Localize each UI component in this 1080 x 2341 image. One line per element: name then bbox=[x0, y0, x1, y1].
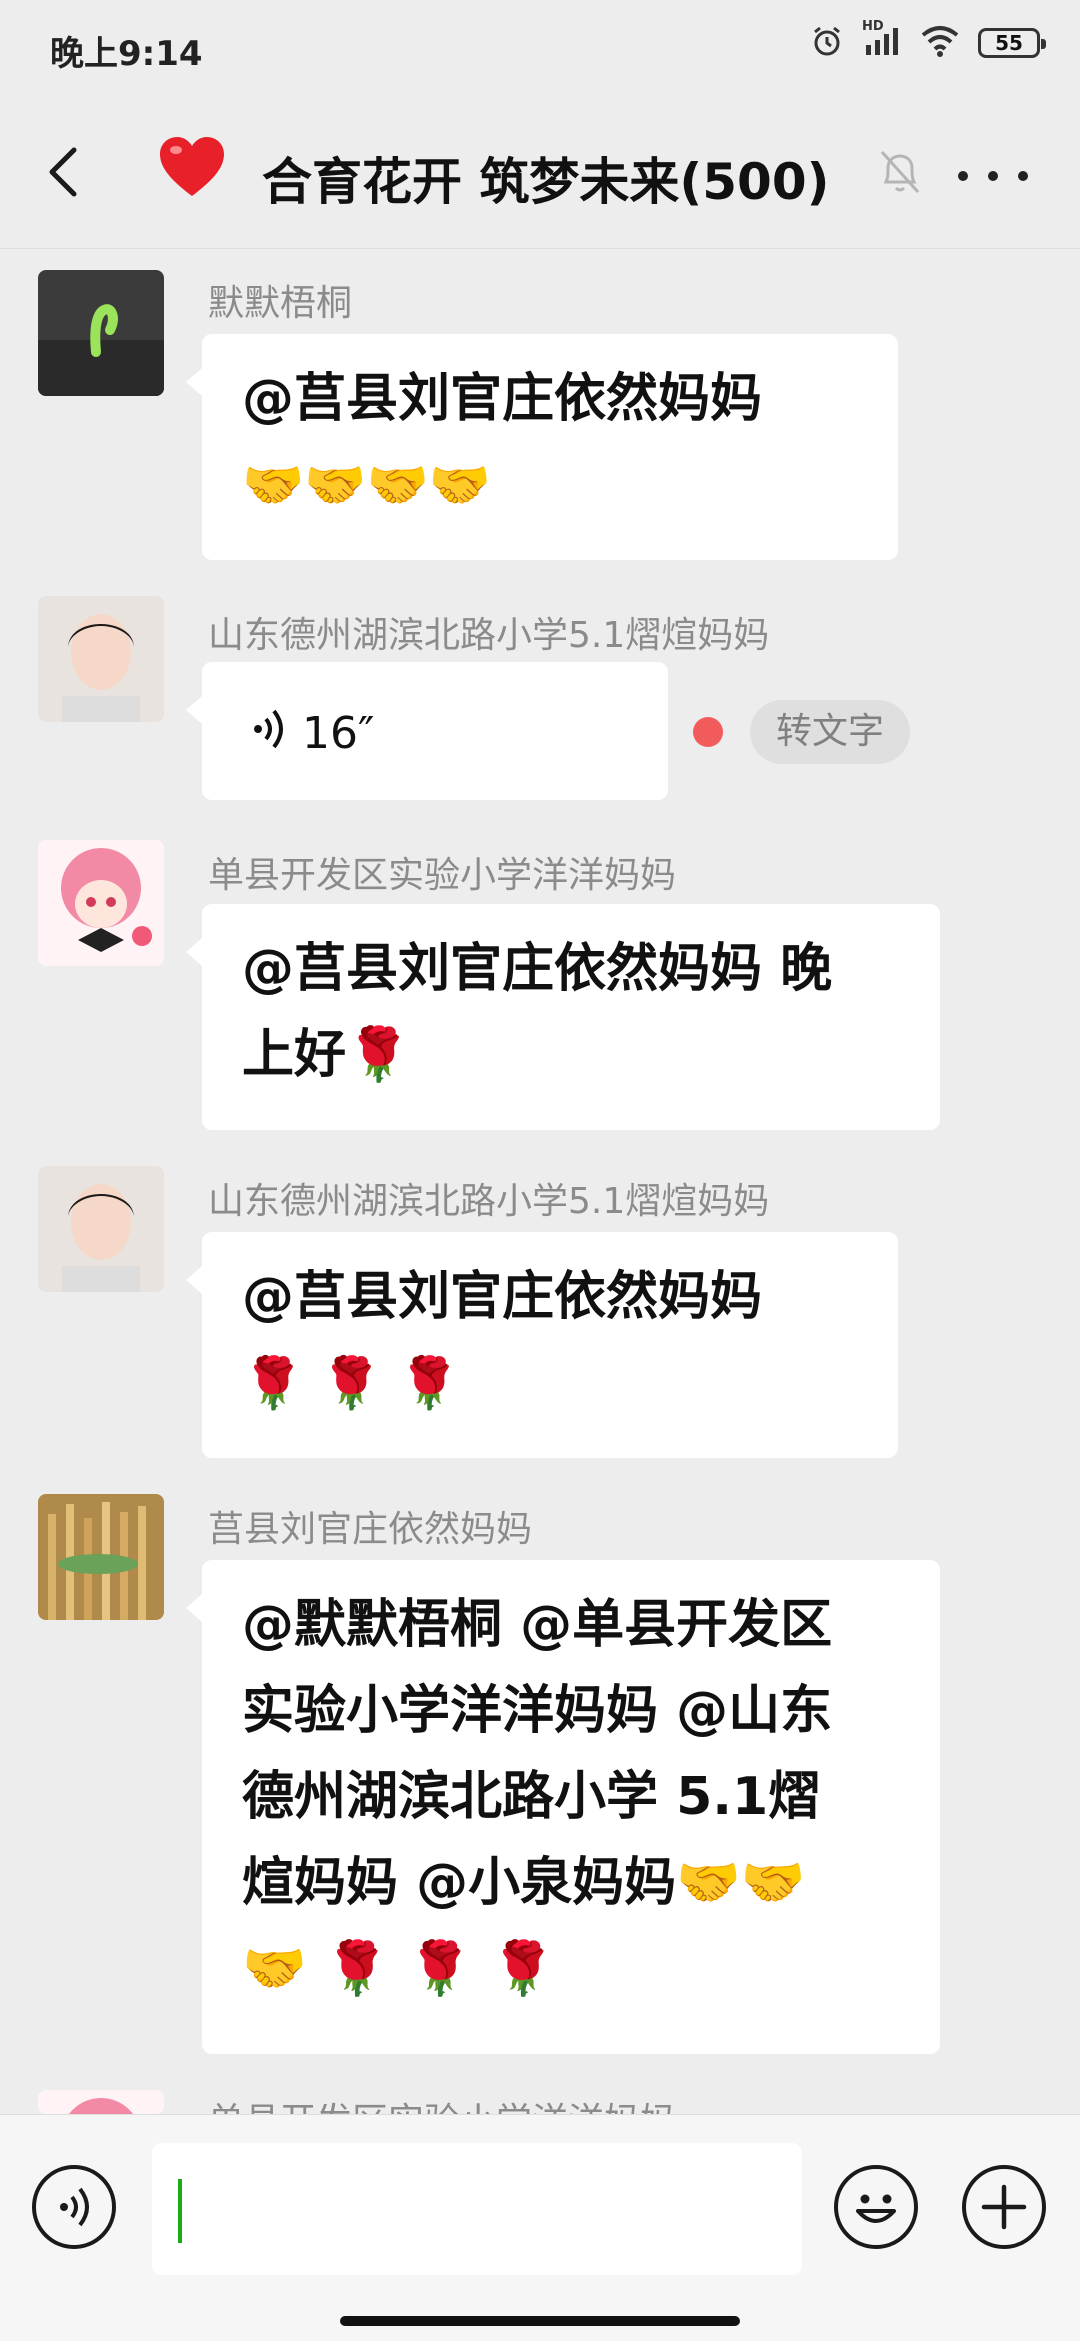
status-time: 晚上9:14 bbox=[50, 34, 203, 74]
back-button[interactable] bbox=[36, 142, 96, 202]
avatar[interactable] bbox=[38, 1166, 164, 1292]
avatar[interactable] bbox=[38, 270, 164, 396]
status-bar: 晚上9:14 HD 55 bbox=[0, 0, 1080, 100]
chat-header: 合育花开 筑梦未来(500) bbox=[0, 100, 1080, 249]
message-line: 🌹 🌹 🌹 bbox=[242, 1354, 461, 1412]
message-line: @莒县刘官庄依然妈妈 bbox=[242, 1267, 763, 1327]
message-line: @莒县刘官庄依然妈妈 bbox=[242, 369, 763, 429]
message-input[interactable] bbox=[152, 2143, 802, 2275]
battery-icon: 55 bbox=[978, 28, 1046, 58]
message-line: @默默梧桐 @单县开发区 bbox=[242, 1595, 833, 1655]
more-dot bbox=[988, 171, 998, 181]
avatar[interactable] bbox=[38, 840, 164, 966]
battery-level: 55 bbox=[995, 31, 1023, 55]
message-bubble[interactable]: @莒县刘官庄依然妈妈 🌹 🌹 🌹 bbox=[186, 1232, 898, 1458]
more-dot bbox=[1018, 171, 1028, 181]
sender-name: 单县开发区实验小学洋洋妈妈 bbox=[208, 855, 677, 896]
message-bubble[interactable]: @莒县刘官庄依然妈妈 晚 上好🌹 bbox=[186, 904, 940, 1130]
message-bubble[interactable]: @默默梧桐 @单县开发区 实验小学洋洋妈妈 @山东 德州湖滨北路小学 5.1熠 … bbox=[186, 1560, 940, 2054]
wifi-icon bbox=[920, 25, 960, 61]
to-text-button[interactable]: 转文字 bbox=[750, 700, 911, 764]
sender-name: 莒县刘官庄依然妈妈 bbox=[208, 1509, 533, 1550]
message-line: 🤝🤝🤝🤝 bbox=[242, 456, 492, 514]
voice-input-icon bbox=[60, 2187, 89, 2227]
emoji-button[interactable] bbox=[834, 2165, 918, 2249]
chat-title: 合育花开 筑梦未来(500) bbox=[262, 153, 830, 211]
network-label: HD bbox=[862, 19, 884, 34]
signal-icon: HD bbox=[862, 19, 902, 61]
home-indicator[interactable] bbox=[340, 2316, 740, 2326]
sender-name: 默默梧桐 bbox=[208, 283, 353, 324]
voice-input-button[interactable] bbox=[32, 2165, 116, 2249]
voice-message-bubble[interactable]: 16″ bbox=[186, 662, 668, 800]
more-button[interactable] bbox=[958, 156, 1028, 196]
heart-icon bbox=[158, 136, 226, 202]
voice-wave-icon bbox=[252, 687, 286, 781]
more-dot bbox=[958, 171, 968, 181]
message-bubble[interactable]: @莒县刘官庄依然妈妈 🤝🤝🤝🤝 bbox=[186, 334, 898, 560]
alarm-icon bbox=[810, 24, 844, 62]
input-bar bbox=[0, 2114, 1080, 2341]
unread-dot bbox=[693, 717, 723, 747]
text-caret bbox=[178, 2179, 182, 2243]
message-line: 实验小学洋洋妈妈 @山东 bbox=[242, 1681, 833, 1741]
voice-duration: 16″ bbox=[302, 708, 375, 759]
back-icon bbox=[49, 147, 77, 197]
message-line: 煊妈妈 @小泉妈妈🤝🤝 bbox=[242, 1853, 806, 1913]
message-line: 上好🌹 bbox=[242, 1025, 411, 1085]
emoji-icon bbox=[856, 2194, 896, 2223]
avatar[interactable] bbox=[38, 2090, 164, 2114]
plus-icon bbox=[981, 2184, 1027, 2230]
mute-icon bbox=[878, 148, 922, 200]
sender-name: 山东德州湖滨北路小学5.1熠煊妈妈 bbox=[208, 615, 770, 656]
message-line: 🤝 🌹 🌹 🌹 bbox=[242, 1939, 556, 1999]
avatar[interactable] bbox=[38, 1494, 164, 1620]
more-functions-button[interactable] bbox=[962, 2165, 1046, 2249]
status-icons: HD 55 bbox=[810, 19, 1046, 62]
message-line: 德州湖滨北路小学 5.1熠 bbox=[242, 1767, 821, 1827]
avatar[interactable] bbox=[38, 596, 164, 722]
sender-name: 山东德州湖滨北路小学5.1熠煊妈妈 bbox=[208, 1181, 770, 1222]
message-line: @莒县刘官庄依然妈妈 晚 bbox=[242, 939, 833, 999]
